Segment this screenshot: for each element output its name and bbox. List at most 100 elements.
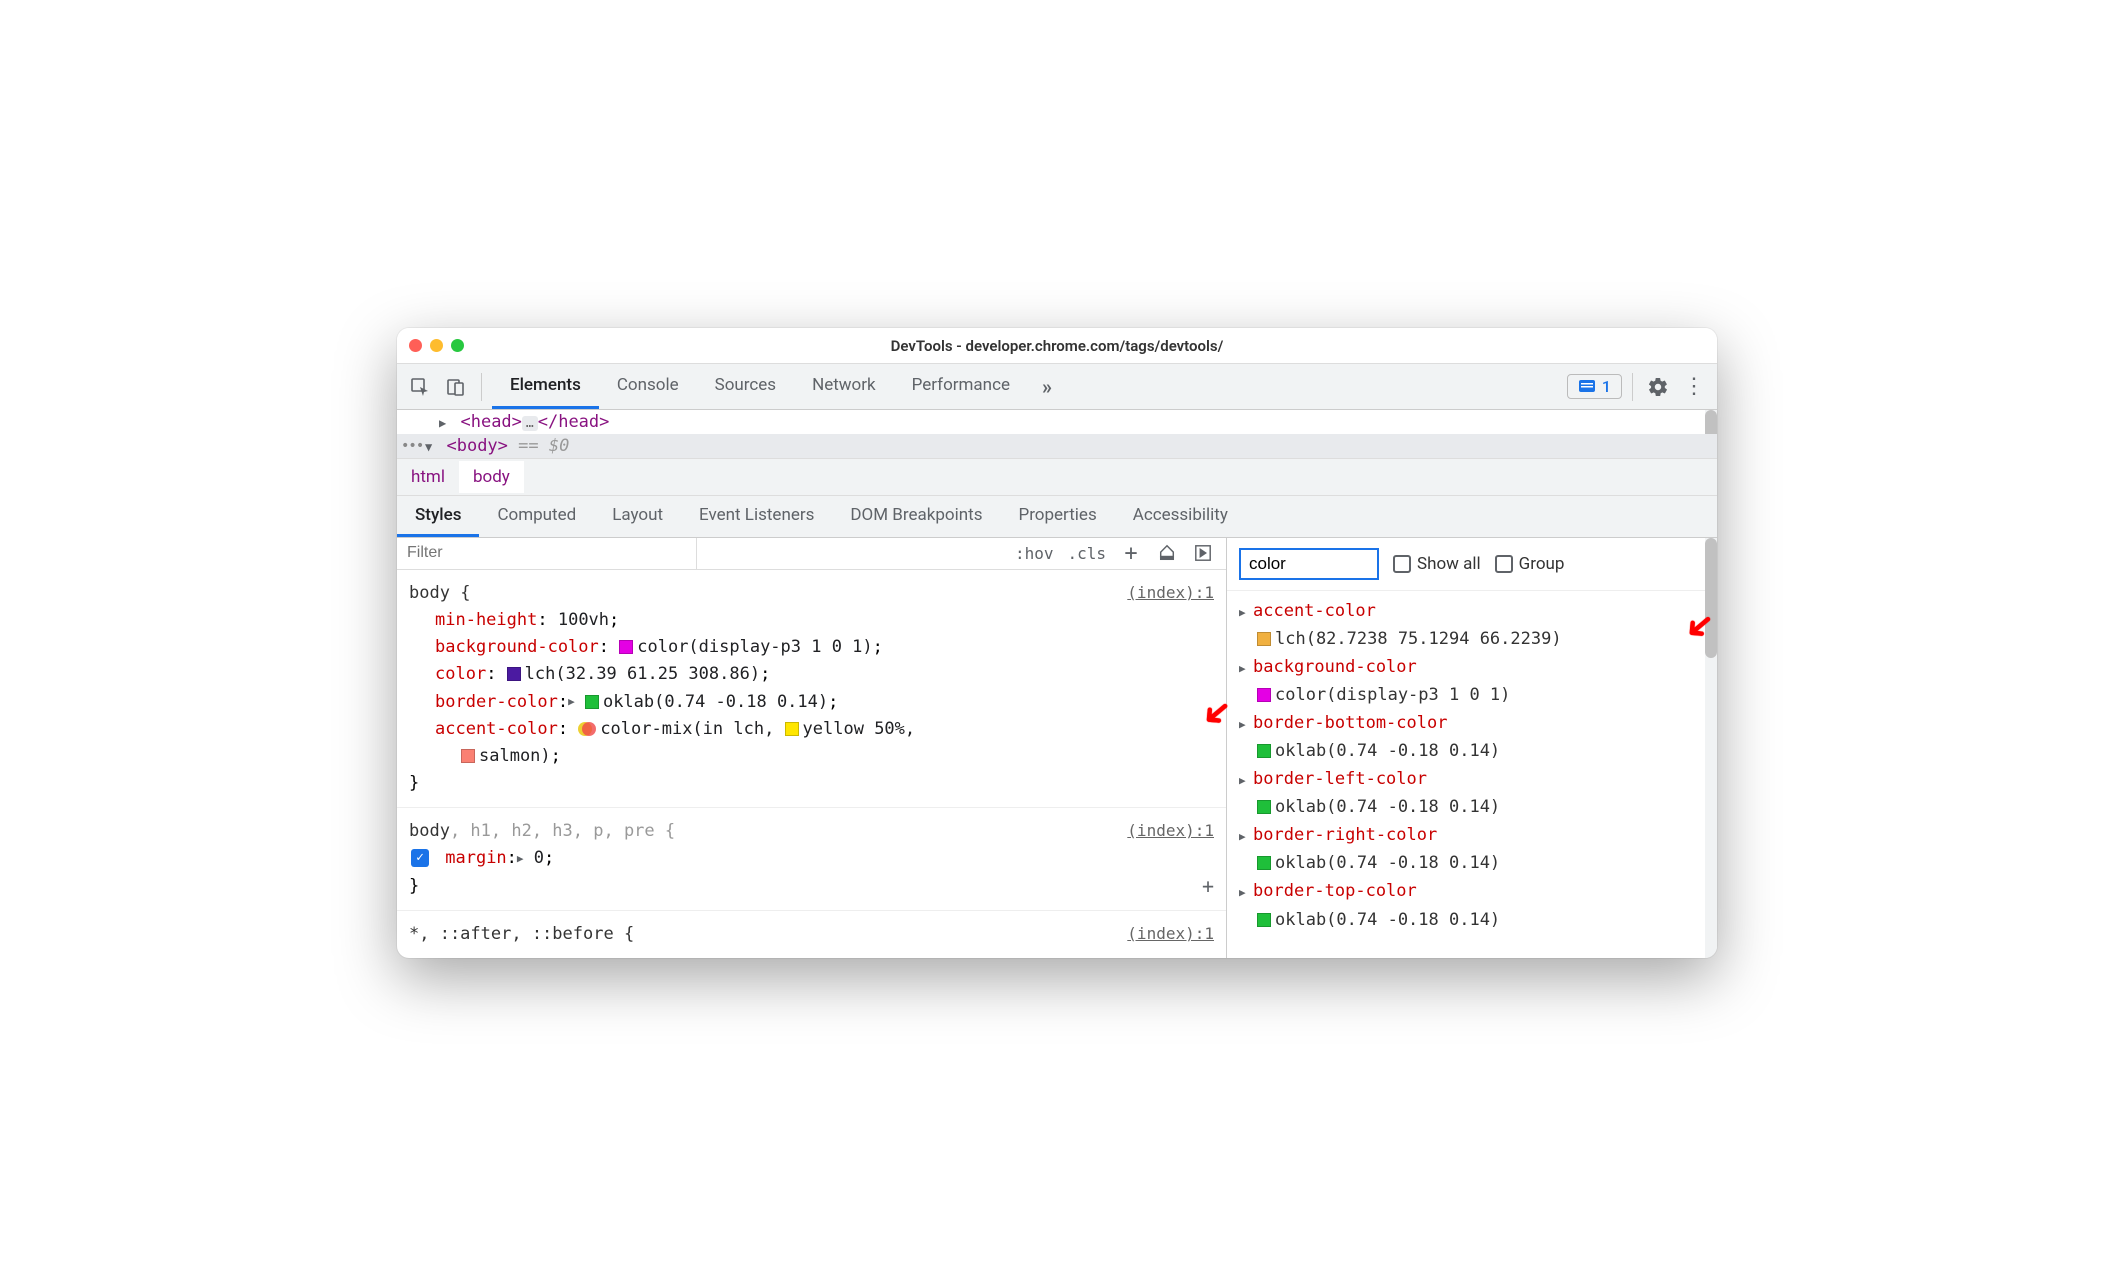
devtools-window: DevTools - developer.chrome.com/tags/dev… bbox=[397, 328, 1717, 958]
dom-node-body[interactable]: ••• ▼ <body> == $0 bbox=[397, 434, 1717, 458]
source-link[interactable]: (index):1 bbox=[1127, 921, 1214, 947]
window-title: DevTools - developer.chrome.com/tags/dev… bbox=[397, 337, 1717, 355]
settings-icon[interactable] bbox=[1643, 372, 1673, 402]
new-rule-icon[interactable]: + bbox=[1120, 542, 1142, 564]
css-property[interactable]: min-height: 100vh; bbox=[409, 607, 1214, 634]
color-swatch-icon[interactable] bbox=[1257, 632, 1271, 646]
source-link[interactable]: (index):1 bbox=[1127, 818, 1214, 844]
styles-pane: :hov .cls + (index):1 body { min-height:… bbox=[397, 538, 1227, 958]
dom-node-head[interactable]: ▶ <head>…</head> bbox=[397, 410, 1717, 434]
color-swatch-icon[interactable] bbox=[1257, 688, 1271, 702]
computed-property[interactable]: ▶border-left-color oklab(0.74 -0.18 0.14… bbox=[1239, 765, 1705, 821]
crumb-html[interactable]: html bbox=[397, 461, 459, 493]
computed-toggle-icon[interactable] bbox=[1192, 542, 1214, 564]
color-swatch-icon[interactable] bbox=[585, 695, 599, 709]
issues-icon bbox=[1578, 379, 1596, 395]
selector[interactable]: body, h1, h2, h3, p, pre { bbox=[409, 821, 675, 841]
node-actions-icon[interactable]: ••• bbox=[401, 438, 423, 454]
main-tabs: Elements Console Sources Network Perform… bbox=[492, 364, 1028, 409]
subtab-dom-breakpoints[interactable]: DOM Breakpoints bbox=[832, 496, 1000, 537]
computed-property[interactable]: ▶border-bottom-color oklab(0.74 -0.18 0.… bbox=[1239, 709, 1705, 765]
crumb-body[interactable]: body bbox=[459, 461, 524, 493]
css-rule[interactable]: (index):1 body, h1, h2, h3, p, pre { ✓ m… bbox=[397, 808, 1226, 911]
dom-tree: ▶ <head>…</head> ••• ▼ <body> == $0 bbox=[397, 410, 1717, 458]
expand-arrow-icon[interactable]: ▶ bbox=[1239, 828, 1253, 846]
subtab-layout[interactable]: Layout bbox=[594, 496, 681, 537]
color-swatch-icon[interactable] bbox=[785, 722, 799, 736]
zoom-button[interactable] bbox=[451, 339, 464, 352]
show-all-checkbox[interactable]: Show all bbox=[1393, 554, 1481, 574]
computed-property[interactable]: ▶border-top-color oklab(0.74 -0.18 0.14) bbox=[1239, 877, 1705, 933]
issues-badge[interactable]: 1 bbox=[1567, 374, 1622, 399]
color-swatch-icon[interactable] bbox=[507, 667, 521, 681]
color-mix-swatch-icon[interactable] bbox=[578, 720, 596, 738]
subtab-computed[interactable]: Computed bbox=[479, 496, 594, 537]
css-property[interactable]: accent-color: color-mix(in lch, yellow 5… bbox=[409, 716, 1214, 770]
css-property[interactable]: border-color:▶ oklab(0.74 -0.18 0.14); bbox=[409, 689, 1214, 716]
more-tabs-icon[interactable]: » bbox=[1034, 375, 1060, 399]
computed-filter-input[interactable] bbox=[1239, 548, 1379, 580]
device-toolbar-icon[interactable] bbox=[441, 372, 471, 402]
css-rule[interactable]: (index):1 *, ::after, ::before { bbox=[397, 911, 1226, 958]
close-button[interactable] bbox=[409, 339, 422, 352]
selector[interactable]: *, ::after, ::before { bbox=[409, 924, 634, 944]
color-swatch-icon[interactable] bbox=[461, 749, 475, 763]
tab-performance[interactable]: Performance bbox=[894, 364, 1028, 409]
expand-arrow-icon[interactable]: ▶ bbox=[568, 693, 575, 711]
subtab-properties[interactable]: Properties bbox=[1000, 496, 1114, 537]
more-icon[interactable]: ⋮ bbox=[1679, 372, 1709, 402]
tab-console[interactable]: Console bbox=[599, 364, 697, 409]
group-checkbox[interactable]: Group bbox=[1495, 554, 1565, 574]
color-swatch-icon[interactable] bbox=[1257, 913, 1271, 927]
expand-arrow-icon[interactable]: ▶ bbox=[439, 416, 446, 430]
color-swatch-icon[interactable] bbox=[619, 640, 633, 654]
color-swatch-icon[interactable] bbox=[1257, 744, 1271, 758]
expand-arrow-icon[interactable]: ▶ bbox=[1239, 716, 1253, 734]
computed-property[interactable]: ▶border-right-color oklab(0.74 -0.18 0.1… bbox=[1239, 821, 1705, 877]
css-property[interactable]: ✓ margin:▶ 0; bbox=[409, 845, 1214, 872]
issues-count: 1 bbox=[1602, 377, 1611, 396]
subtab-accessibility[interactable]: Accessibility bbox=[1115, 496, 1246, 537]
computed-property[interactable]: ▶accent-color lch(82.7238 75.1294 66.223… bbox=[1239, 597, 1705, 653]
property-checkbox[interactable]: ✓ bbox=[411, 849, 429, 867]
color-swatch-icon[interactable] bbox=[1257, 800, 1271, 814]
styles-filter-input[interactable] bbox=[397, 538, 697, 569]
css-property[interactable]: background-color: color(display-p3 1 0 1… bbox=[409, 634, 1214, 661]
color-swatch-icon[interactable] bbox=[1257, 856, 1271, 870]
styles-subtabs: Styles Computed Layout Event Listeners D… bbox=[397, 496, 1717, 538]
hov-toggle[interactable]: :hov bbox=[1015, 544, 1054, 563]
breadcrumb: html body bbox=[397, 458, 1717, 496]
main-toolbar: Elements Console Sources Network Perform… bbox=[397, 364, 1717, 410]
separator bbox=[1632, 373, 1633, 401]
expand-arrow-icon[interactable]: ▶ bbox=[517, 850, 524, 868]
computed-header: Show all Group bbox=[1227, 538, 1717, 591]
css-property[interactable]: color: lch(32.39 61.25 308.86); bbox=[409, 661, 1214, 688]
computed-list: ➜ ▶accent-color lch(82.7238 75.1294 66.2… bbox=[1227, 591, 1717, 940]
checkbox-icon bbox=[1495, 555, 1513, 573]
subtab-styles[interactable]: Styles bbox=[397, 496, 479, 537]
ellipsis-icon[interactable]: … bbox=[522, 416, 538, 431]
titlebar: DevTools - developer.chrome.com/tags/dev… bbox=[397, 328, 1717, 364]
checkbox-icon bbox=[1393, 555, 1411, 573]
tab-sources[interactable]: Sources bbox=[697, 364, 794, 409]
source-link[interactable]: (index):1 bbox=[1127, 580, 1214, 606]
tab-network[interactable]: Network bbox=[794, 364, 894, 409]
minimize-button[interactable] bbox=[430, 339, 443, 352]
expand-arrow-icon[interactable]: ▶ bbox=[1239, 604, 1253, 622]
collapse-arrow-icon[interactable]: ▼ bbox=[425, 440, 432, 454]
inspect-element-icon[interactable] bbox=[405, 372, 435, 402]
expand-arrow-icon[interactable]: ▶ bbox=[1239, 660, 1253, 678]
tab-elements[interactable]: Elements bbox=[492, 364, 599, 409]
subtab-event-listeners[interactable]: Event Listeners bbox=[681, 496, 832, 537]
styles-tools: :hov .cls + bbox=[1003, 542, 1226, 564]
add-property-icon[interactable]: + bbox=[1202, 870, 1214, 902]
css-rule[interactable]: (index):1 body { min-height: 100vh; back… bbox=[397, 570, 1226, 809]
expand-arrow-icon[interactable]: ▶ bbox=[1239, 772, 1253, 790]
paint-bucket-icon[interactable] bbox=[1156, 542, 1178, 564]
selector[interactable]: body { bbox=[409, 583, 470, 603]
cls-toggle[interactable]: .cls bbox=[1067, 544, 1106, 563]
styles-filter-row: :hov .cls + bbox=[397, 538, 1226, 570]
selected-marker: == $0 bbox=[518, 436, 569, 456]
computed-property[interactable]: ▶background-color color(display-p3 1 0 1… bbox=[1239, 653, 1705, 709]
expand-arrow-icon[interactable]: ▶ bbox=[1239, 884, 1253, 902]
